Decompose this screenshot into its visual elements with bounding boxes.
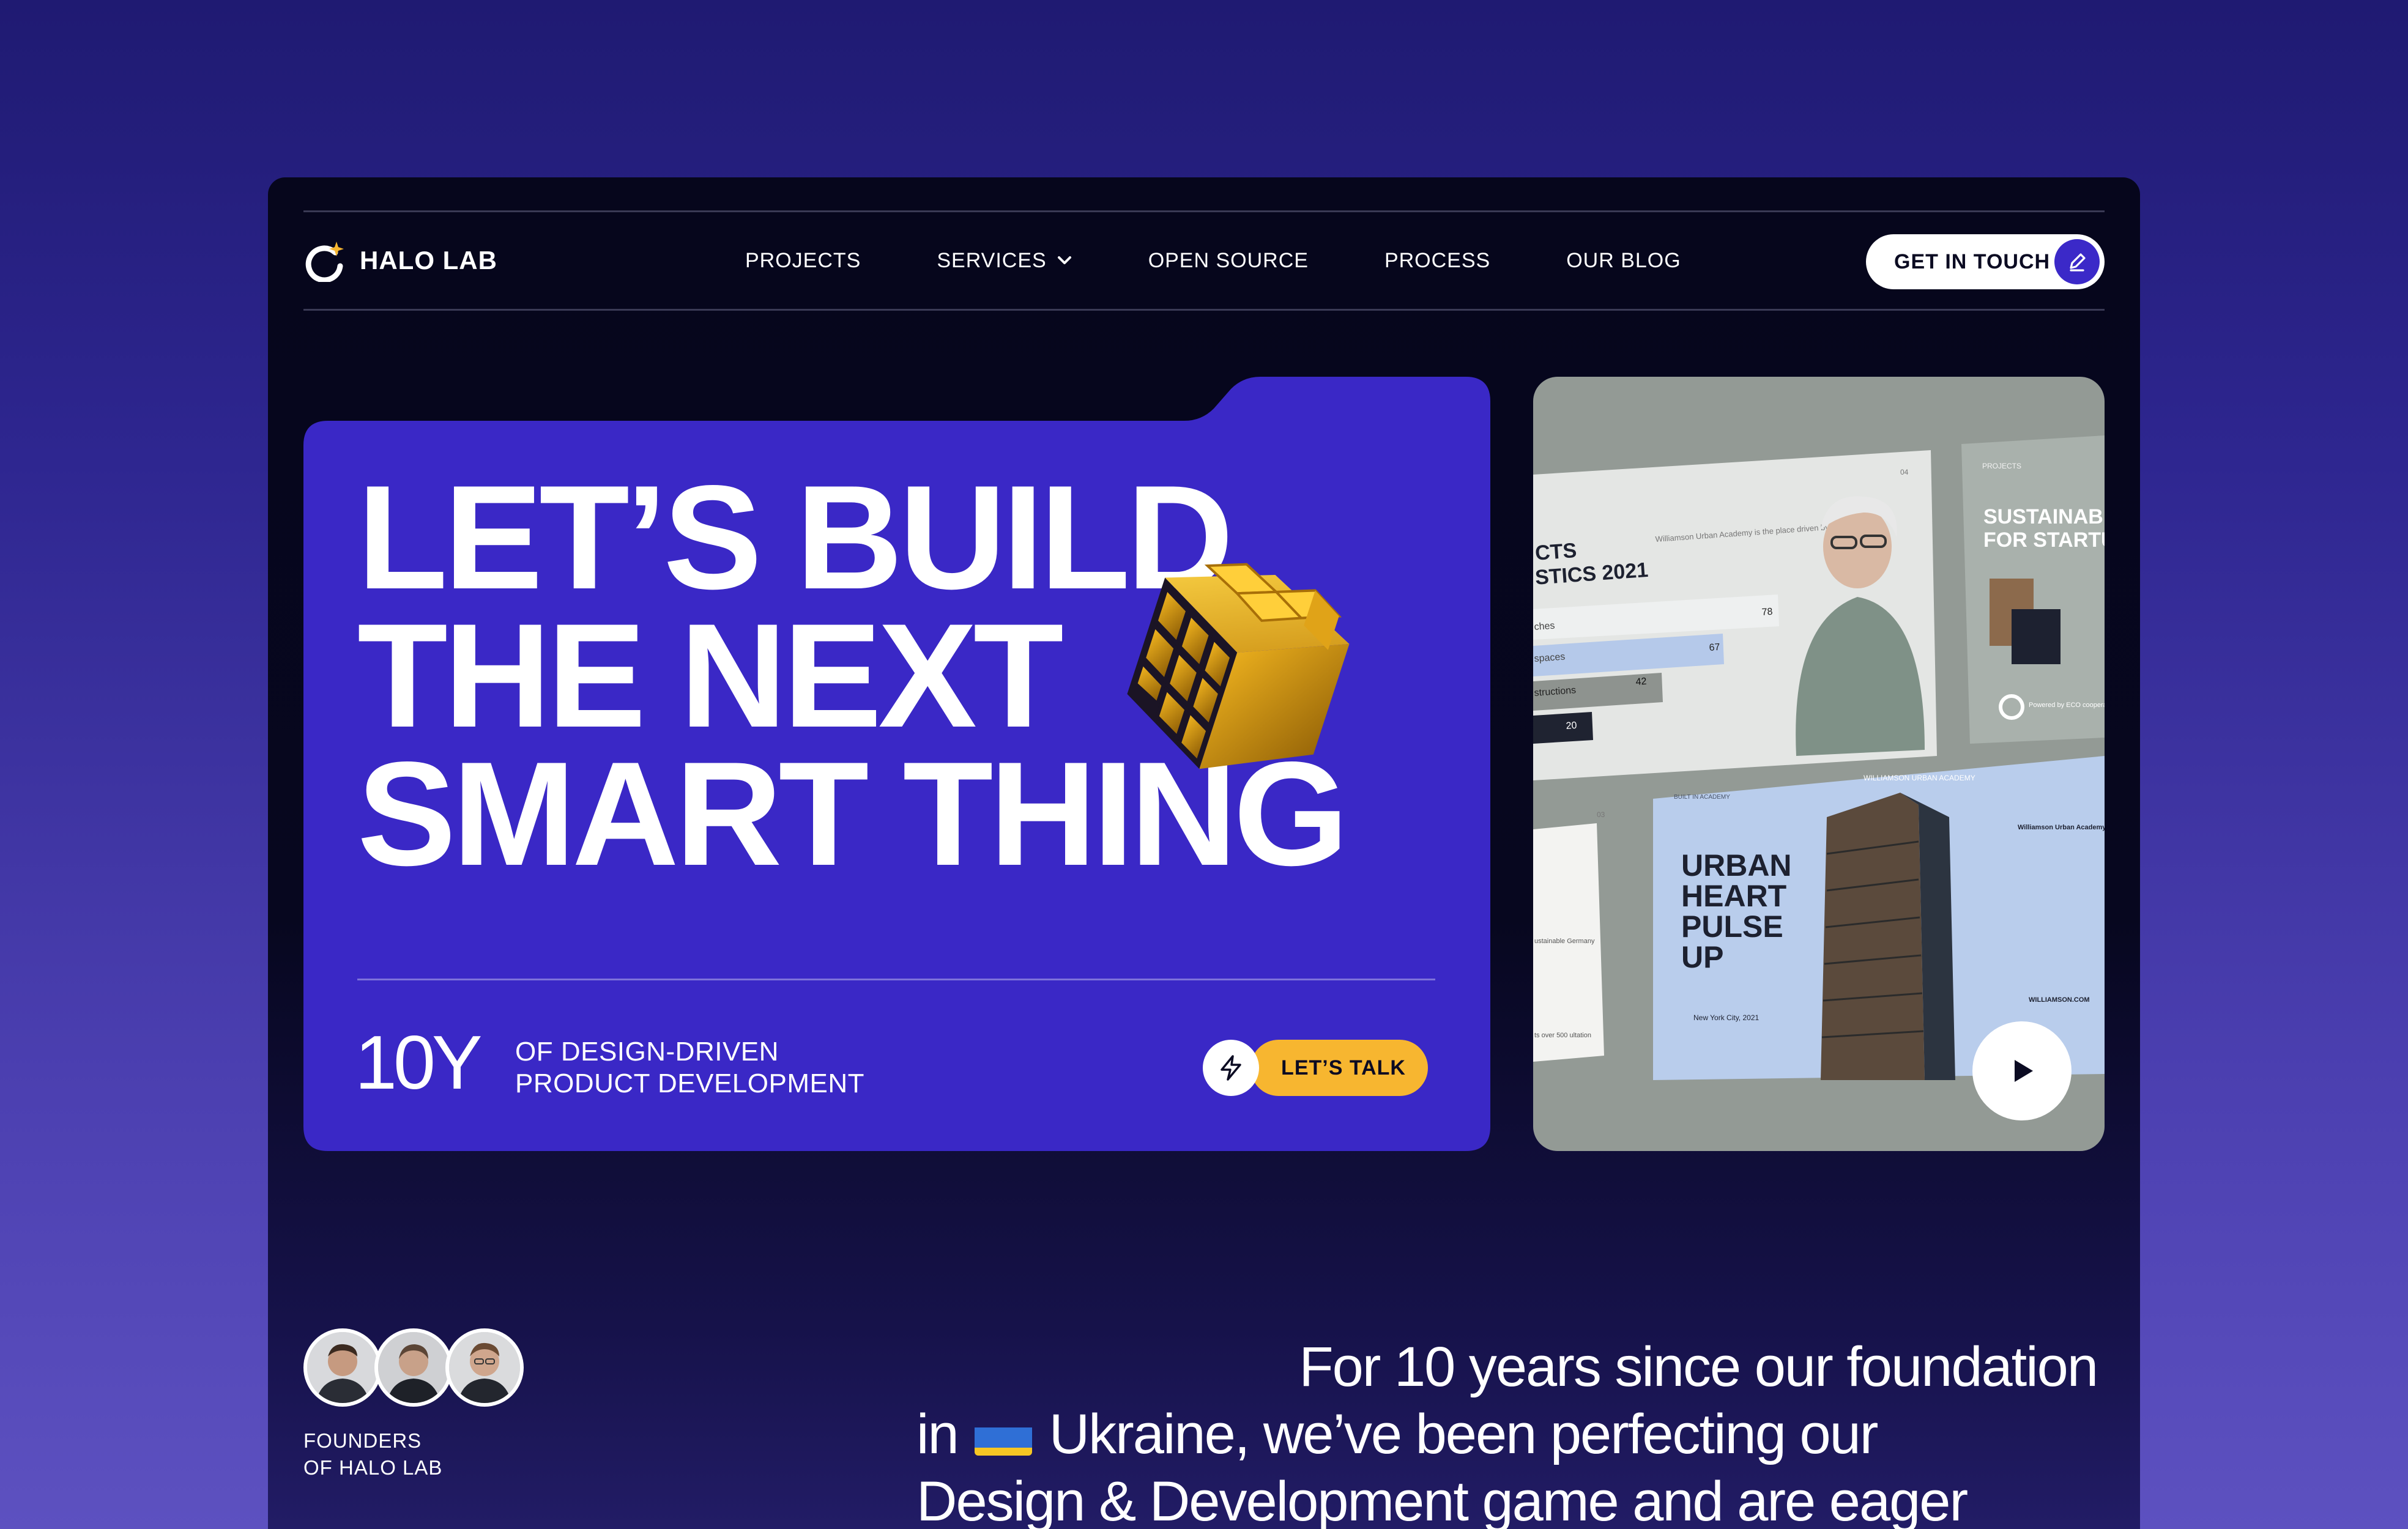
intro-line-1: For 10 years since our foundation: [1299, 1336, 2098, 1398]
nav-process[interactable]: PROCESS: [1384, 249, 1490, 273]
card1-bar-value-1: 78: [1761, 607, 1773, 618]
years-stat-description: OF DESIGN-DRIVEN PRODUCT DEVELOPMENT: [515, 1036, 943, 1100]
card3-corner: BUILT IN ACADEMY: [1674, 794, 1730, 801]
card1-corner: 04: [1900, 468, 1909, 476]
card1-bar-label-1: ches: [1534, 621, 1555, 632]
founders-label-line-1: FOUNDERS: [303, 1429, 422, 1452]
card3-heading-line-2: HEART: [1681, 879, 1786, 913]
hero-divider: [357, 979, 1435, 980]
card1-heading-line-1: CTS: [1534, 539, 1577, 565]
stat-line-1: OF DESIGN-DRIVEN: [515, 1037, 779, 1067]
nav-services-label: SERVICES: [937, 248, 1047, 272]
intro-line-2-end: Ukraine, we’ve been perfecting our: [1049, 1403, 1879, 1465]
card1-bar-value-4: 20: [1566, 720, 1577, 731]
top-nav: HALO LAB PROJECTS SERVICES OPEN SOURCE P…: [303, 210, 2105, 311]
nav-projects[interactable]: PROJECTS: [745, 249, 861, 273]
lets-talk-button[interactable]: LET’S TALK: [1250, 1040, 1428, 1096]
pencil-icon: [2054, 239, 2100, 284]
avatar: [445, 1328, 524, 1407]
ukraine-flag-icon: [975, 1415, 1033, 1456]
intro-paragraph: For 10 years since our foundation in Ukr…: [916, 1333, 2109, 1529]
intro-line-2: in Ukraine, we’ve been perfecting our: [916, 1401, 2109, 1468]
card1-bar-label-2: spaces: [1534, 651, 1566, 664]
play-button[interactable]: [1972, 1021, 2072, 1120]
card2-footer: Powered by ECO cooperation: [2029, 702, 2105, 709]
nav-services[interactable]: SERVICES: [937, 249, 1072, 273]
card2-heading-line-2: FOR STARTU: [1983, 528, 2105, 552]
founders-label-line-2: OF HALO LAB: [303, 1456, 443, 1479]
card1-bar-value-2: 67: [1709, 642, 1720, 653]
card3-side-title: Williamson Urban Academy: [2018, 824, 2105, 831]
card3-heading-line-3: PULSE: [1681, 909, 1783, 944]
card3-heading-line-1: URBAN: [1681, 848, 1792, 883]
get-in-touch-label: GET IN TOUCH: [1894, 250, 2051, 273]
lets-talk-button-group[interactable]: LET’S TALK: [1203, 1040, 1428, 1096]
card2-tag: PROJECTS: [1982, 462, 2021, 470]
nav-open-source[interactable]: OPEN SOURCE: [1148, 249, 1309, 273]
chevron-down-icon: [1057, 256, 1071, 264]
gold-cube-illustration: [1127, 563, 1350, 769]
founders-avatars: [303, 1328, 524, 1408]
avatar: [374, 1328, 453, 1407]
halo-logo-icon: [305, 242, 344, 282]
nav-our-blog[interactable]: OUR BLOG: [1566, 249, 1681, 273]
main-menu: PROJECTS SERVICES OPEN SOURCE PROCESS OU…: [745, 212, 1681, 309]
get-in-touch-button[interactable]: GET IN TOUCH: [1866, 234, 2105, 289]
intro-line-3: Design & Development game and are eager: [916, 1470, 1968, 1529]
logo[interactable]: HALO LAB: [303, 239, 497, 282]
lightning-icon[interactable]: [1203, 1040, 1259, 1096]
card4-text: ustainable Germany: [1534, 938, 1595, 945]
card2-heading-line-1: SUSTAINABIL: [1983, 505, 2105, 528]
card3-top-label: WILLIAMSON URBAN ACADEMY: [1864, 774, 1975, 782]
stat-line-2: PRODUCT DEVELOPMENT: [515, 1068, 864, 1098]
card3-site: WILLIAMSON.COM: [2029, 996, 2090, 1004]
card3-heading-line-4: UP: [1681, 940, 1723, 974]
logo-text: HALO LAB: [360, 246, 497, 275]
years-stat: 10Y: [355, 1021, 483, 1105]
card1-bar-value-3: 42: [1635, 676, 1647, 687]
browser-frame: HALO LAB PROJECTS SERVICES OPEN SOURCE P…: [268, 177, 2140, 1529]
card3-location: New York City, 2021: [1693, 1013, 1759, 1022]
card4-corner: 03: [1597, 810, 1605, 819]
avatar: [303, 1328, 382, 1407]
founders-label: FOUNDERS OF HALO LAB: [303, 1427, 442, 1481]
intro-line-2-start: in: [916, 1403, 959, 1465]
hero-card: LET’S BUILD THE NEXT SMART THING 10Y OF …: [303, 377, 1490, 1151]
play-icon: [2015, 1060, 2033, 1082]
project-preview-video[interactable]: CTS STICS 2021 Williamson Urban Academy …: [1533, 377, 2105, 1151]
card4-bottom: ts over 500 ultation: [1534, 1032, 1591, 1039]
